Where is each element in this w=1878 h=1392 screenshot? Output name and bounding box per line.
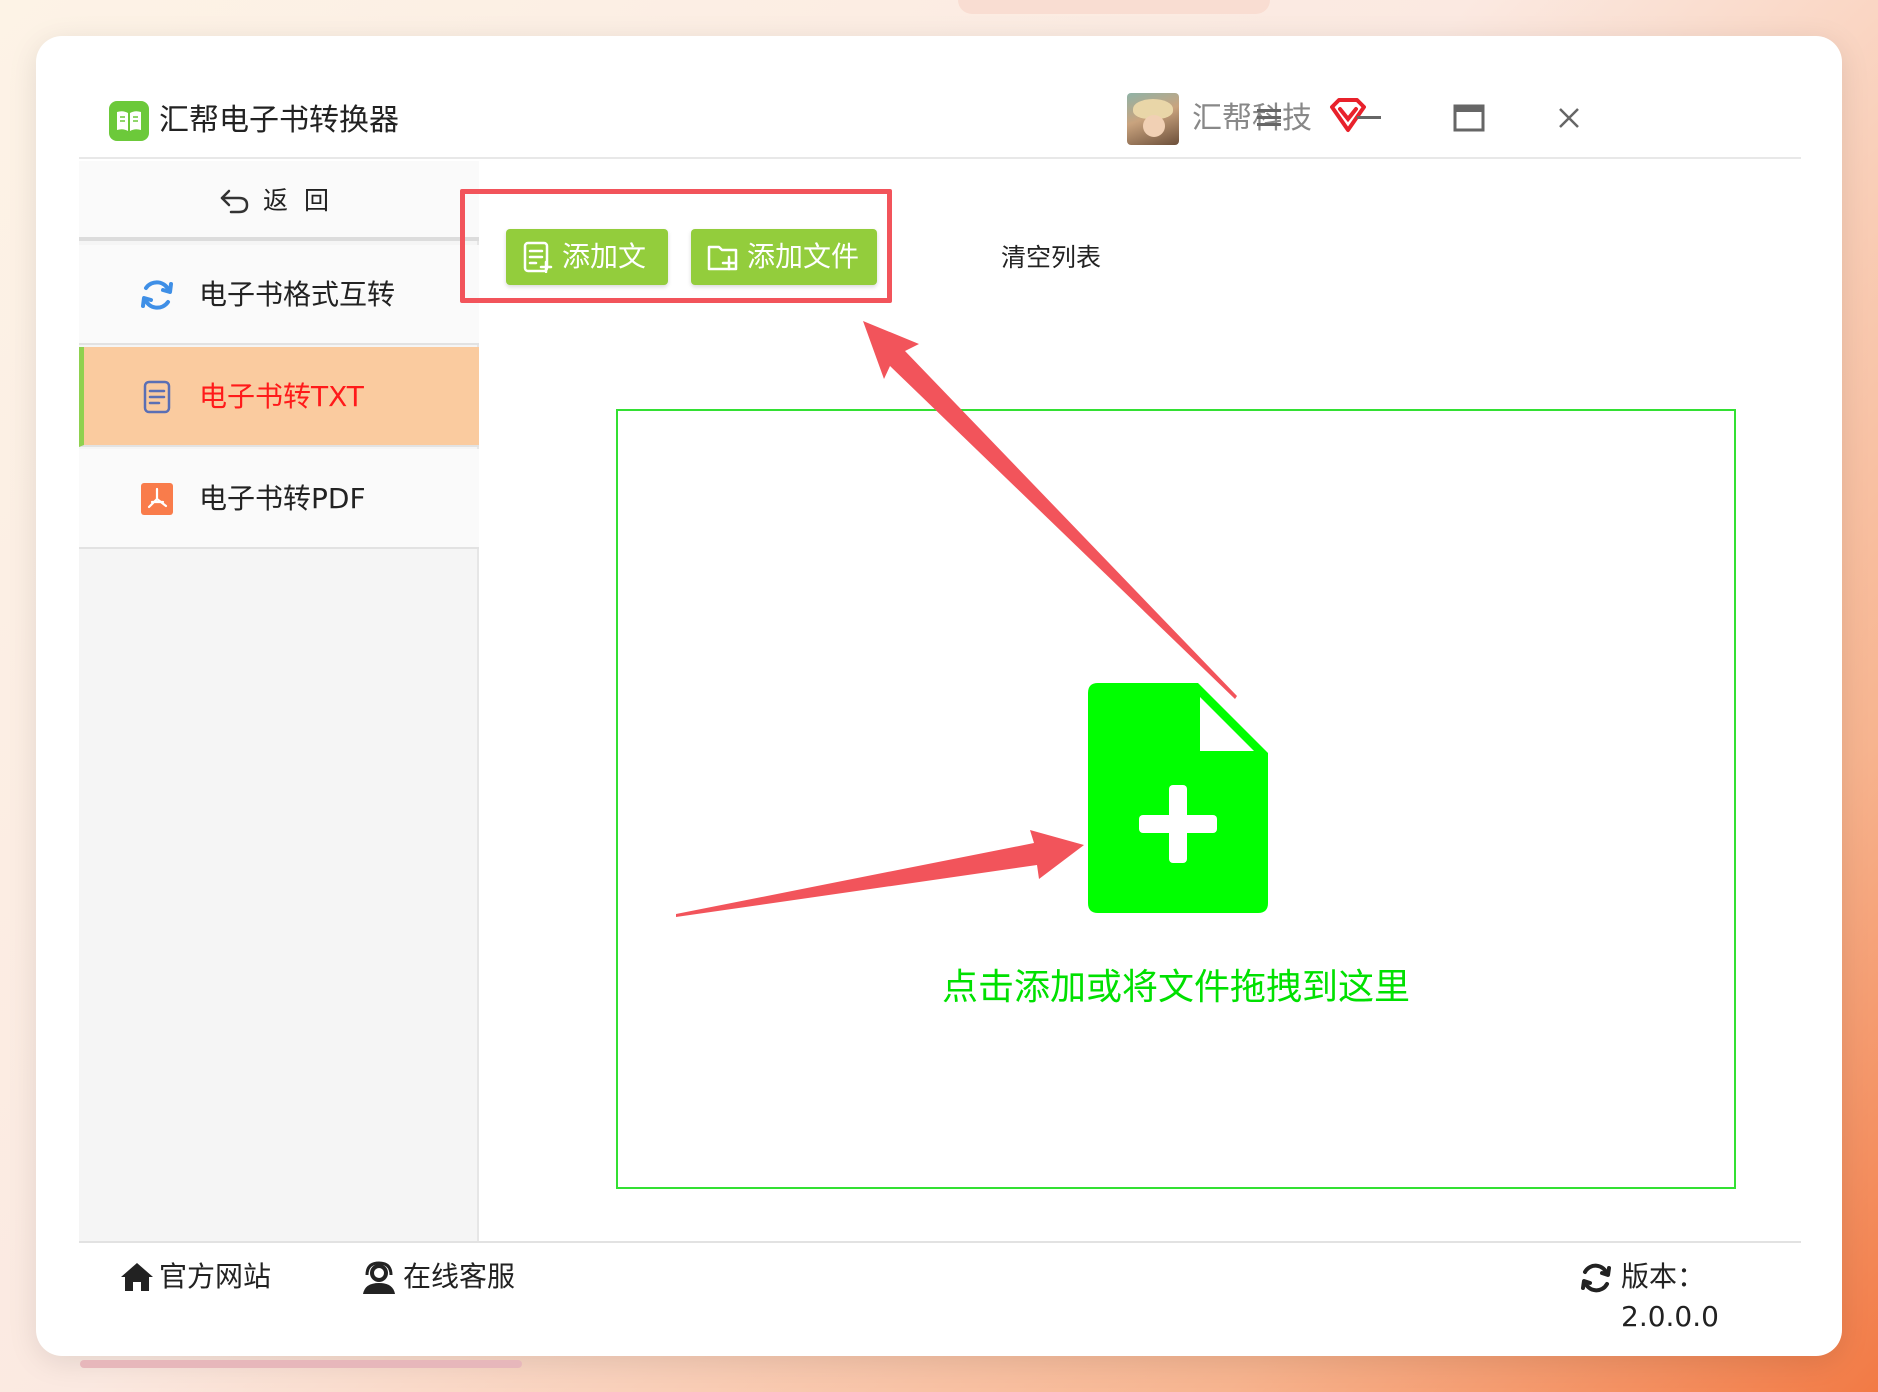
sidebar-item-label: 电子书转TXT [199,380,364,413]
back-button[interactable]: 返回 [79,161,479,241]
close-icon [1559,108,1579,128]
back-arrow-icon [220,189,249,214]
user-avatar[interactable] [1127,93,1179,145]
drop-hint-text: 点击添加或将文件拖拽到这里 [941,967,1410,1008]
pdf-icon [141,483,173,515]
annotation-highlight-box [460,189,892,303]
title-bar: 汇帮电子书转换器 汇帮科技 [79,75,1801,159]
app-title: 汇帮电子书转换器 [159,103,399,138]
sidebar-item-to-pdf[interactable]: 电子书转PDF [79,449,479,549]
document-icon [143,380,171,414]
minimize-button[interactable] [1341,93,1397,143]
maximize-button[interactable] [1441,93,1497,143]
clear-list-button[interactable]: 清空列表 [1001,241,1101,275]
version-label: 版本：2.0.0.0 [1621,1260,1719,1333]
refresh-icon [141,280,173,310]
home-icon [121,1263,153,1291]
version-info: 版本：2.0.0.0 [1579,1257,1801,1337]
file-add-icon[interactable] [1088,683,1268,913]
sidebar-item-label: 电子书转PDF [199,482,366,515]
online-support-label: 在线客服 [403,1260,516,1293]
sidebar: 返回 电子书格式互转 电子书转TXT 电子书转PDF [79,161,479,1241]
menu-button[interactable] [1241,93,1297,143]
minimize-icon [1357,116,1381,119]
online-support-link[interactable]: 在线客服 [361,1257,515,1297]
browser-tab-fragment [958,0,1270,14]
official-website-link[interactable]: 官方网站 [119,1257,271,1297]
app-window: 汇帮电子书转换器 汇帮科技 返回 电子书格式互转 电子书转TXT 电子书转PDF… [36,36,1842,1356]
app-logo-icon [109,101,149,141]
back-label: 返回 [263,186,346,215]
close-button[interactable] [1541,93,1597,143]
taskbar-fragment [80,1360,522,1368]
update-icon [1581,1263,1611,1293]
menu-icon [1257,109,1281,126]
footer-bar: 官方网站 在线客服 版本：2.0.0.0 [79,1241,1801,1333]
app-inner: 汇帮电子书转换器 汇帮科技 返回 电子书格式互转 电子书转TXT 电子书转PDF… [79,75,1801,1333]
customer-service-icon [363,1261,395,1294]
sidebar-item-to-txt[interactable]: 电子书转TXT [79,347,479,447]
sidebar-item-format-convert[interactable]: 电子书格式互转 [79,245,479,345]
sidebar-item-label: 电子书格式互转 [199,278,396,311]
maximize-icon [1453,104,1485,132]
file-drop-zone[interactable]: 点击添加或将文件拖拽到这里 [616,409,1736,1189]
official-website-label: 官方网站 [159,1260,272,1293]
